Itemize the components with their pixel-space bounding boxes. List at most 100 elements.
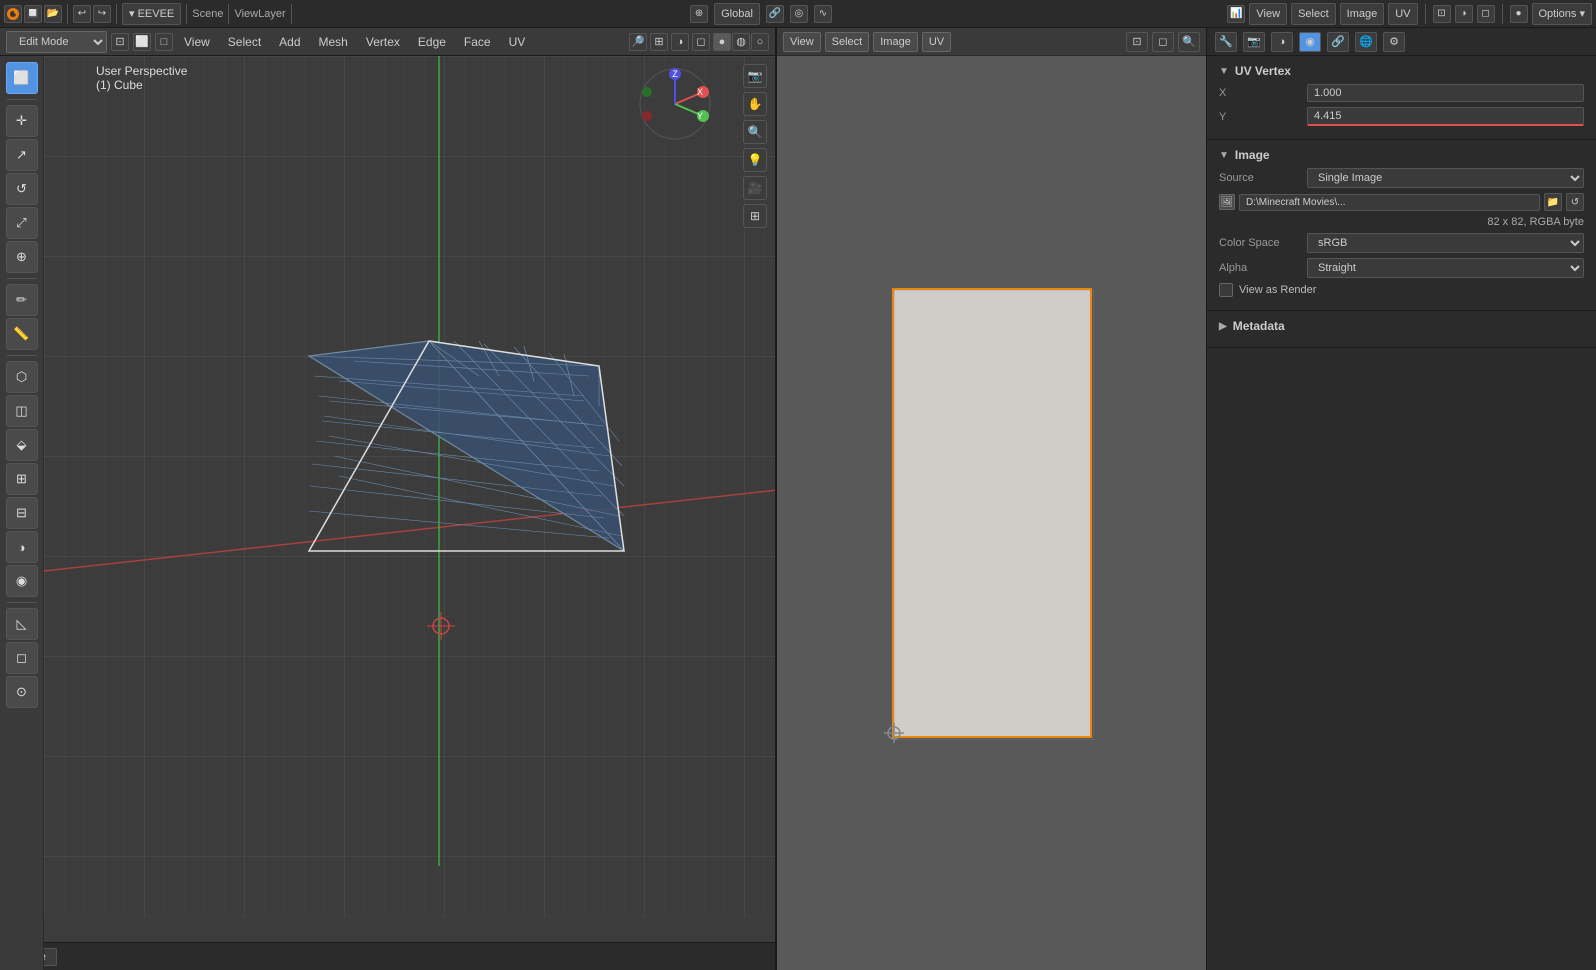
- tool-smooth[interactable]: ◉: [6, 565, 38, 597]
- render-engine-btn[interactable]: ▾ EEVEE: [122, 3, 181, 25]
- view-as-render-row: View as Render: [1219, 283, 1584, 297]
- view-as-render-label: View as Render: [1239, 284, 1316, 296]
- tool-inset[interactable]: ◫: [6, 395, 38, 427]
- panel-icon6[interactable]: 🌐: [1355, 32, 1377, 52]
- tool-transform[interactable]: ⊕: [6, 241, 38, 273]
- stats-icon[interactable]: 📊: [1227, 5, 1245, 23]
- tool-spin[interactable]: ◑: [6, 531, 38, 563]
- uv-xray-icon[interactable]: ◻: [1152, 32, 1174, 52]
- snap-icon[interactable]: 🔗: [766, 5, 784, 23]
- uv-zoom-icon[interactable]: 🔍: [1178, 32, 1200, 52]
- view-as-render-checkbox[interactable]: [1219, 283, 1233, 297]
- tool-shear[interactable]: ◺: [6, 608, 38, 640]
- menu-vertex[interactable]: Vertex: [359, 33, 407, 51]
- uv-select-btn[interactable]: Select: [825, 32, 870, 52]
- overlay-btn[interactable]: ⊞: [650, 33, 668, 51]
- open-icon[interactable]: 📂: [44, 5, 62, 23]
- tool-shrink[interactable]: ◻: [6, 642, 38, 674]
- options-btn[interactable]: Options ▾: [1532, 3, 1593, 25]
- image-section-header[interactable]: ▼ Image: [1219, 148, 1584, 162]
- header-icon3[interactable]: □: [155, 33, 173, 51]
- solid-icon[interactable]: ●: [713, 33, 731, 51]
- metadata-header[interactable]: ▶ Metadata: [1219, 319, 1584, 333]
- tool-move[interactable]: ↗: [6, 139, 38, 171]
- filepath-value[interactable]: D:\Minecraft Movies\...: [1239, 194, 1540, 211]
- camera-icon[interactable]: 📷: [743, 64, 767, 88]
- panel-icon4[interactable]: ◉: [1299, 32, 1321, 52]
- view-menu-btn[interactable]: View: [1249, 3, 1287, 25]
- menu-select[interactable]: Select: [221, 33, 268, 51]
- camera2-icon[interactable]: 🎥: [743, 176, 767, 200]
- source-select[interactable]: Single Image Image Sequence Movie Genera…: [1307, 168, 1584, 188]
- tool-loopcut[interactable]: ⊞: [6, 463, 38, 495]
- uv-x-value[interactable]: 1.000: [1307, 84, 1584, 102]
- sep6: [1425, 4, 1426, 24]
- header-icon2[interactable]: ⬜: [133, 33, 151, 51]
- zoom-icon[interactable]: 🔍: [743, 120, 767, 144]
- panel-icon2[interactable]: 📷: [1243, 32, 1265, 52]
- magnet-icon[interactable]: 🔎: [629, 33, 647, 51]
- grid-icon[interactable]: ⊞: [743, 204, 767, 228]
- tool-polybuild[interactable]: ⊟: [6, 497, 38, 529]
- undo-icon[interactable]: ↩: [73, 5, 91, 23]
- top-toolbar: 🔲 📂 ↩ ↪ ▾ EEVEE Scene ViewLayer ⊕ Global…: [0, 0, 1596, 28]
- menu-uv[interactable]: UV: [502, 33, 533, 51]
- tool-annotate[interactable]: ✏: [6, 284, 38, 316]
- panel-icon7[interactable]: ⚙: [1383, 32, 1405, 52]
- tool-bevel[interactable]: ⬙: [6, 429, 38, 461]
- tool-rotate[interactable]: ↺: [6, 173, 38, 205]
- global-btn[interactable]: Global: [714, 3, 760, 25]
- menu-add[interactable]: Add: [272, 33, 307, 51]
- reload-icon[interactable]: ↺: [1566, 193, 1584, 211]
- mode-select[interactable]: Edit Mode Object Mode: [6, 31, 107, 53]
- redo-icon[interactable]: ↪: [93, 5, 111, 23]
- header-icon1[interactable]: ⊡: [111, 33, 129, 51]
- right-panel: 🔧 📷 ◑ ◉ 🔗 🌐 ⚙ ▼ UV Vertex X 1.000 Y 4.41…: [1206, 28, 1596, 970]
- uv-view-btn[interactable]: View: [783, 32, 821, 52]
- viewport-shading-icon[interactable]: ◑: [1455, 5, 1473, 23]
- metadata-section: ▶ Metadata: [1207, 311, 1596, 348]
- uv-overlay-icon[interactable]: ⊡: [1126, 32, 1148, 52]
- light-icon[interactable]: 💡: [743, 148, 767, 172]
- tool-select[interactable]: ⬜: [6, 62, 38, 94]
- xray-btn[interactable]: ◻: [692, 33, 710, 51]
- tool-measure[interactable]: 📏: [6, 318, 38, 350]
- blender-logo-icon[interactable]: [4, 5, 22, 23]
- uv-btn[interactable]: UV: [1388, 3, 1417, 25]
- tool-scale[interactable]: ⤢: [6, 207, 38, 239]
- uv-y-value[interactable]: 4.415: [1307, 107, 1584, 126]
- colorspace-select[interactable]: sRGB Linear Non-Color: [1307, 233, 1584, 253]
- filepath-row: 🖼 D:\Minecraft Movies\... 📁 ↺: [1219, 193, 1584, 211]
- image-btn[interactable]: Image: [1340, 3, 1385, 25]
- panel-icon3[interactable]: ◑: [1271, 32, 1293, 52]
- transform-icon[interactable]: ⊕: [690, 5, 708, 23]
- curve-icon[interactable]: ∿: [814, 5, 832, 23]
- alpha-select[interactable]: Straight Premultiplied Channel Packed No…: [1307, 258, 1584, 278]
- uv-image-btn[interactable]: Image: [873, 32, 918, 52]
- xray-icon[interactable]: ◻: [1477, 5, 1495, 23]
- header-bar: Edit Mode Object Mode ⊡ ⬜ □ View Select …: [0, 28, 775, 56]
- tool-extrude[interactable]: ⬡: [6, 361, 38, 393]
- browse-file-icon[interactable]: 📁: [1544, 193, 1562, 211]
- solid-mode-icon[interactable]: ●: [1510, 5, 1528, 23]
- shading-btn[interactable]: ◑: [671, 33, 689, 51]
- menu-face[interactable]: Face: [457, 33, 498, 51]
- hand-icon[interactable]: ✋: [743, 92, 767, 116]
- panel-icon5[interactable]: 🔗: [1327, 32, 1349, 52]
- menu-edge[interactable]: Edge: [411, 33, 453, 51]
- select-top-btn[interactable]: Select: [1291, 3, 1336, 25]
- rendered-icon[interactable]: ○: [751, 33, 769, 51]
- svg-text:X: X: [697, 87, 703, 97]
- uv-editor: View Select Image UV ⊡ ◻ 🔍: [775, 28, 1206, 970]
- uv-vertex-header[interactable]: ▼ UV Vertex: [1219, 64, 1584, 78]
- new-scene-icon[interactable]: 🔲: [24, 5, 42, 23]
- proportional-icon[interactable]: ◎: [790, 5, 808, 23]
- material-icon[interactable]: ◍: [732, 33, 750, 51]
- menu-mesh[interactable]: Mesh: [312, 33, 355, 51]
- overlay-icon[interactable]: ⊡: [1433, 5, 1451, 23]
- tool-push[interactable]: ⊙: [6, 676, 38, 708]
- menu-view[interactable]: View: [177, 33, 217, 51]
- panel-icon1[interactable]: 🔧: [1215, 32, 1237, 52]
- tool-cursor[interactable]: ✛: [6, 105, 38, 137]
- uv-uv-btn[interactable]: UV: [922, 32, 951, 52]
